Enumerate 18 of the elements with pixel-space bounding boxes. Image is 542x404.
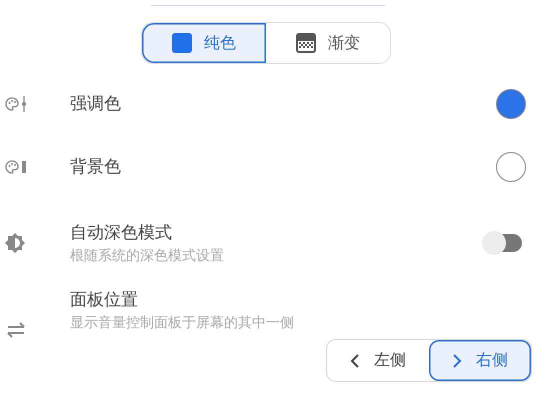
fill-mode-tab[interactable]: 纯色 [142, 23, 266, 63]
color-swatch[interactable] [496, 152, 526, 182]
brightness-icon [5, 233, 25, 253]
chevron-left-icon [350, 354, 360, 368]
setting-title: 自动深色模式 [70, 222, 173, 244]
setting-title: 背景色 [70, 156, 122, 178]
setting-description: 根随系统的深色模式设置 [70, 247, 225, 265]
palette-bar-icon [5, 158, 29, 174]
palette-slider-icon [5, 96, 29, 112]
side-option-button[interactable]: 右侧 [429, 340, 531, 381]
color-swatch[interactable] [496, 88, 526, 118]
setting-title: 强调色 [70, 93, 122, 115]
square-icon [172, 33, 192, 53]
setting-description: 显示音量控制面板于屏幕的其中一侧 [70, 314, 295, 332]
setting-title: 面板位置 [70, 289, 139, 311]
swap-arrows-icon [5, 322, 27, 338]
chevron-right-icon [452, 354, 462, 368]
gradient-icon [296, 33, 316, 53]
